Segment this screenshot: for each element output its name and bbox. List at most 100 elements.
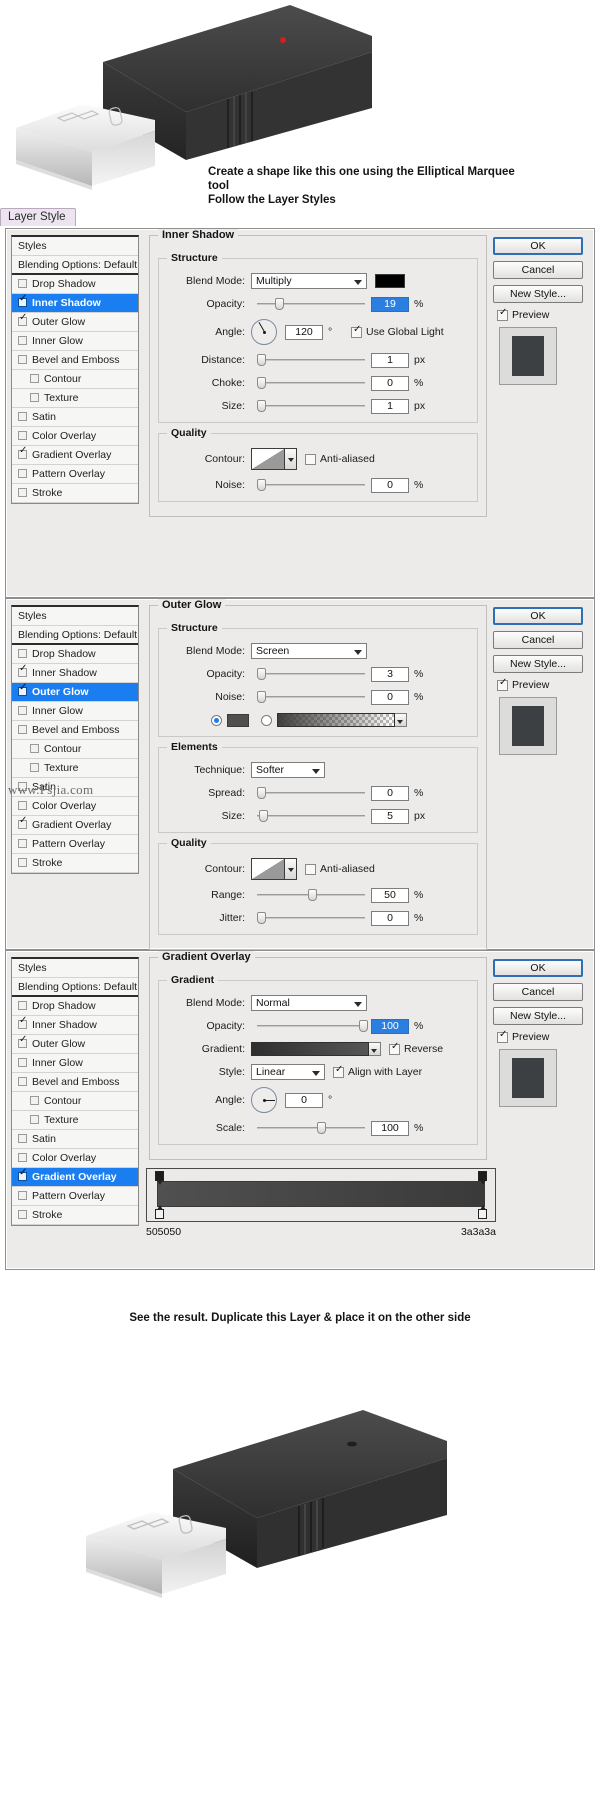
checkbox-texture-2[interactable] — [30, 763, 39, 772]
ok-button-2[interactable]: OK — [493, 607, 583, 625]
go-opacity-input[interactable]: 100 — [371, 1018, 409, 1034]
cancel-button[interactable]: Cancel — [493, 261, 583, 279]
sidebar-item-texture-2[interactable]: Texture — [12, 759, 138, 778]
choke-input[interactable]: 0 — [371, 375, 409, 391]
checkbox-bevel-and-emboss-2[interactable] — [18, 725, 27, 734]
sidebar-item-pattern-overlay[interactable]: Pattern Overlay — [12, 465, 138, 484]
og-contour-dropdown-arrow-icon[interactable] — [285, 858, 297, 880]
choke-slider[interactable] — [257, 376, 365, 390]
checkbox-gradient-overlay[interactable] — [18, 446, 27, 459]
sidebar-item-stroke-3[interactable]: Stroke — [12, 1206, 138, 1225]
og-range-knob[interactable] — [307, 889, 317, 901]
contour-dropdown-arrow-icon[interactable] — [285, 448, 297, 470]
sidebar-item-outer-glow[interactable]: Outer Glow — [12, 313, 138, 332]
new-style-button[interactable]: New Style... — [493, 285, 583, 303]
sidebar-item-texture[interactable]: Texture — [12, 389, 138, 408]
checkbox-contour[interactable] — [30, 374, 39, 383]
checkbox-pattern-overlay-2[interactable] — [18, 839, 27, 848]
checkbox-inner-shadow-3[interactable] — [18, 1016, 27, 1029]
radio-solid-color[interactable] — [211, 714, 222, 726]
checkbox-stroke-3[interactable] — [18, 1210, 27, 1219]
ok-button-3[interactable]: OK — [493, 959, 583, 977]
styles-list-2[interactable]: Styles Blending Options: Default Drop Sh… — [11, 605, 139, 874]
go-style-select[interactable]: Linear — [251, 1064, 325, 1080]
preview-checkbox-2[interactable]: ✓ Preview — [497, 677, 589, 691]
sidebar-item-inner-glow[interactable]: Inner Glow — [12, 332, 138, 351]
og-size-knob[interactable] — [259, 810, 269, 822]
checkbox-align-with-layer-box[interactable] — [333, 1064, 344, 1078]
glow-color-swatch[interactable] — [227, 713, 249, 727]
sidebar-item-color-overlay-2[interactable]: Color Overlay — [12, 797, 138, 816]
preview-checkbox-3[interactable]: ✓ Preview — [497, 1029, 589, 1043]
sidebar-item-inner-glow-3[interactable]: Inner Glow — [12, 1054, 138, 1073]
angle-dial[interactable] — [251, 319, 277, 345]
sidebar-item-drop-shadow-3[interactable]: Drop Shadow — [12, 997, 138, 1016]
glow-gradient-dropdown-arrow-icon[interactable] — [395, 713, 407, 727]
sidebar-item-pattern-overlay-3[interactable]: Pattern Overlay — [12, 1187, 138, 1206]
checkbox-bevel-and-emboss[interactable] — [18, 355, 27, 364]
sidebar-item-bevel-and-emboss-2[interactable]: Bevel and Emboss — [12, 721, 138, 740]
size-input[interactable]: 1 — [371, 398, 409, 414]
go-blend-mode-select[interactable]: Normal — [251, 995, 367, 1011]
sidebar-item-texture-3[interactable]: Texture — [12, 1111, 138, 1130]
styles-list-1[interactable]: Styles Blending Options: Default Drop Sh… — [11, 235, 139, 504]
checkbox-inner-glow-3[interactable] — [18, 1058, 27, 1067]
og-anti-aliased-checkbox[interactable]: Anti-aliased — [305, 863, 375, 875]
og-noise-slider[interactable] — [257, 690, 365, 704]
sidebar-item-stroke[interactable]: Stroke — [12, 484, 138, 503]
sidebar-item-inner-glow-2[interactable]: Inner Glow — [12, 702, 138, 721]
radio-gradient-color[interactable] — [261, 714, 272, 726]
use-global-light-checkbox[interactable]: Use Global Light — [351, 324, 444, 338]
go-scale-knob[interactable] — [317, 1122, 327, 1134]
og-range-slider[interactable] — [257, 888, 365, 902]
go-scale-slider[interactable] — [257, 1121, 365, 1135]
checkbox-satin[interactable] — [18, 412, 27, 421]
opacity-knob[interactable] — [275, 298, 285, 310]
cancel-button-3[interactable]: Cancel — [493, 983, 583, 1001]
checkbox-drop-shadow-3[interactable] — [18, 1001, 27, 1010]
sidebar-item-gradient-overlay-3[interactable]: Gradient Overlay — [12, 1168, 138, 1187]
og-size-input[interactable]: 5 — [371, 808, 409, 824]
gradient-editor-box[interactable] — [146, 1168, 496, 1222]
checkbox-outer-glow-2[interactable] — [18, 683, 27, 696]
noise-knob[interactable] — [257, 479, 266, 491]
checkbox-outer-glow-3[interactable] — [18, 1035, 27, 1048]
choke-knob[interactable] — [257, 377, 266, 389]
preview-checkbox[interactable]: ✓ Preview — [497, 307, 589, 321]
distance-knob[interactable] — [257, 354, 266, 366]
og-spread-knob[interactable] — [257, 787, 266, 799]
sidebar-item-inner-shadow-3[interactable]: Inner Shadow — [12, 1016, 138, 1035]
gradient-stop-bottom-left[interactable] — [155, 1205, 164, 1219]
og-range-input[interactable]: 50 — [371, 887, 409, 903]
og-opacity-knob[interactable] — [257, 668, 266, 680]
sidebar-item-drop-shadow-2[interactable]: Drop Shadow — [12, 645, 138, 664]
checkbox-global-light-box[interactable] — [351, 324, 362, 338]
sidebar-item-inner-shadow[interactable]: Inner Shadow — [12, 294, 138, 313]
sidebar-item-blending-options-2[interactable]: Blending Options: Default — [12, 626, 138, 645]
opacity-input[interactable]: 19 — [371, 296, 409, 312]
checkbox-preview-box[interactable]: ✓ — [497, 307, 508, 321]
sidebar-item-pattern-overlay-2[interactable]: Pattern Overlay — [12, 835, 138, 854]
og-size-slider[interactable] — [257, 809, 365, 823]
og-spread-slider[interactable] — [257, 786, 365, 800]
layer-style-tab[interactable]: Layer Style — [0, 208, 76, 226]
size-knob[interactable] — [257, 400, 266, 412]
checkbox-texture[interactable] — [30, 393, 39, 402]
reverse-checkbox[interactable]: Reverse — [389, 1041, 443, 1055]
og-noise-input[interactable]: 0 — [371, 689, 409, 705]
sidebar-item-stroke-2[interactable]: Stroke — [12, 854, 138, 873]
checkbox-inner-glow[interactable] — [18, 336, 27, 345]
checkbox-reverse-box[interactable] — [389, 1041, 400, 1055]
new-style-button-3[interactable]: New Style... — [493, 1007, 583, 1025]
sidebar-item-satin-3[interactable]: Satin — [12, 1130, 138, 1149]
go-opacity-slider[interactable] — [257, 1019, 368, 1033]
sidebar-item-color-overlay[interactable]: Color Overlay — [12, 427, 138, 446]
og-jitter-slider[interactable] — [257, 911, 365, 925]
checkbox-stroke[interactable] — [18, 488, 27, 497]
go-angle-dial[interactable] — [251, 1087, 277, 1113]
og-noise-knob[interactable] — [257, 691, 266, 703]
sidebar-item-outer-glow-2[interactable]: Outer Glow — [12, 683, 138, 702]
sidebar-item-blending-options-3[interactable]: Blending Options: Default — [12, 978, 138, 997]
sidebar-item-bevel-and-emboss-3[interactable]: Bevel and Emboss — [12, 1073, 138, 1092]
sidebar-item-contour[interactable]: Contour — [12, 370, 138, 389]
